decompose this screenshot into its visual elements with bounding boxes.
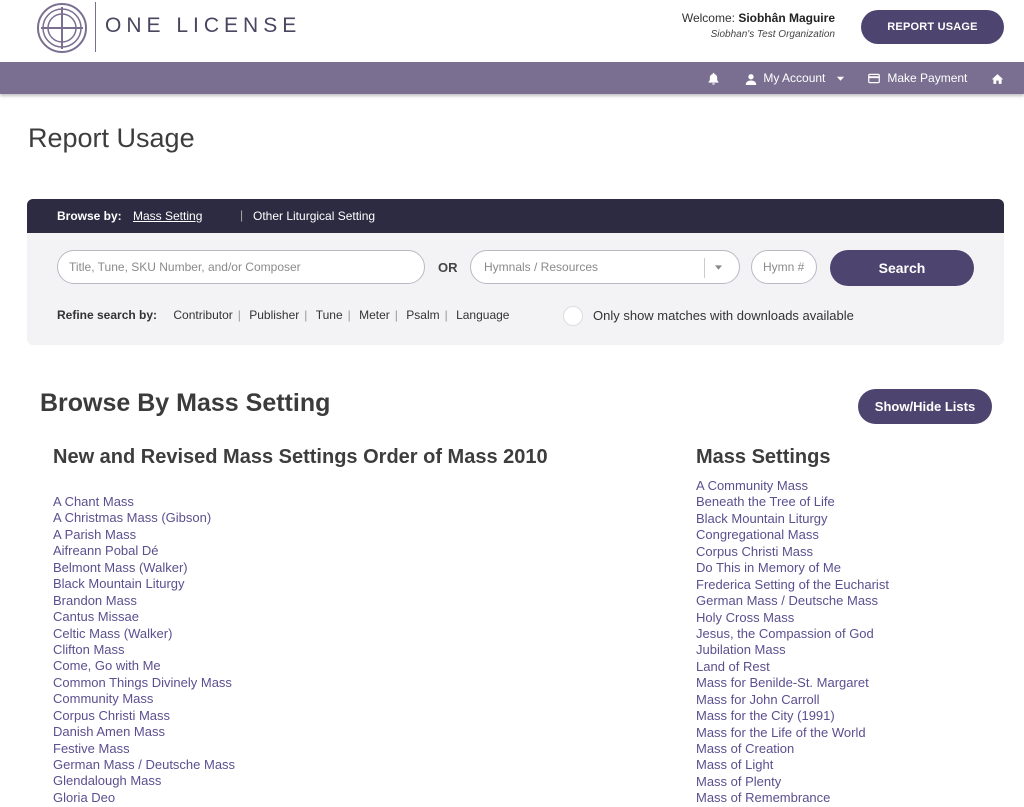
logo-icon[interactable] [36,2,88,54]
browse-tabs: Browse by: Mass Setting | Other Liturgic… [27,199,1004,233]
make-payment-link[interactable]: Make Payment [868,62,967,94]
user-name: Siobhân Maguire [738,11,835,25]
search-button[interactable]: Search [830,250,974,286]
separator: | [394,308,398,322]
list-item[interactable]: A Parish Mass [53,527,235,543]
browse-by-label: Browse by: [57,209,122,223]
list-item[interactable]: Jesus, the Compassion of God [696,626,889,642]
report-usage-button[interactable]: REPORT USAGE [861,10,1004,44]
list-item[interactable]: Gloria Deo [53,790,235,806]
separator: | [304,308,308,322]
credit-card-icon [868,74,880,84]
list-item[interactable]: Corpus Christi Mass [696,544,889,560]
list-item[interactable]: Cantus Missae [53,609,235,625]
home-icon [991,73,1004,84]
separator: | [237,308,241,322]
welcome-prefix: Welcome: [681,11,735,25]
mass-settings-list: A Community Mass Beneath the Tree of Life… [696,478,889,807]
list-item[interactable]: Mass for Benilde-St. Margaret [696,675,889,691]
select-divider [704,258,705,278]
list-item[interactable]: Black Mountain Liturgy [53,576,235,592]
search-input[interactable]: Title, Tune, SKU Number, and/or Composer [57,250,425,284]
list-item[interactable]: Aifreann Pobal Dé [53,543,235,559]
left-list-title: New and Revised Mass Settings Order of M… [53,446,548,468]
list-item[interactable]: German Mass / Deutsche Mass [53,757,235,773]
list-item[interactable]: Community Mass [53,691,235,707]
refine-language[interactable]: Language [456,308,509,322]
separator: | [347,308,351,322]
tab-other-liturgical-setting[interactable]: Other Liturgical Setting [253,209,375,223]
list-item[interactable]: Danish Amen Mass [53,724,235,740]
separator: | [444,308,448,322]
refine-tune[interactable]: Tune [316,308,343,322]
refine-meter[interactable]: Meter [359,308,390,322]
list-item[interactable]: A Community Mass [696,478,889,494]
my-account-label: My Account [763,71,826,85]
list-item[interactable]: German Mass / Deutsche Mass [696,593,889,609]
show-hide-lists-button[interactable]: Show/Hide Lists [858,389,992,424]
list-item[interactable]: Frederica Setting of the Eucharist [696,577,889,593]
list-item[interactable]: Corpus Christi Mass [53,708,235,724]
list-item[interactable]: Black Mountain Liturgy [696,511,889,527]
revised-mass-settings-list: A Chant Mass A Christmas Mass (Gibson) A P… [53,494,235,806]
list-item[interactable]: Mass for John Carroll [696,692,889,708]
downloads-checkbox-label[interactable]: Only show matches with downloads availab… [593,308,854,323]
logo-text[interactable]: ONE LICENSE [105,14,301,38]
list-item[interactable]: Congregational Mass [696,527,889,543]
list-item[interactable]: A Chant Mass [53,494,235,510]
tab-separator: | [240,208,244,222]
refine-label: Refine search by: [57,308,158,322]
list-item[interactable]: Festive Mass [53,741,235,757]
list-item[interactable]: Jubilation Mass [696,642,889,658]
list-item[interactable]: Common Things Divinely Mass [53,675,235,691]
list-item[interactable]: Mass of Light [696,757,889,773]
list-item[interactable]: Glendalough Mass [53,773,235,789]
list-item[interactable]: Mass for the City (1991) [696,708,889,724]
chevron-down-icon [836,77,844,82]
list-item[interactable]: Clifton Mass [53,642,235,658]
nav-bar: My Account Make Payment [0,62,1024,94]
list-item[interactable]: Mass of Plenty [696,774,889,790]
or-label: OR [438,260,458,275]
page-title: Report Usage [28,123,195,153]
list-item[interactable]: A Christmas Mass (Gibson) [53,510,235,526]
my-account-menu[interactable]: My Account [745,62,845,94]
hymnal-select-placeholder: Hymnals / Resources [484,260,599,274]
refine-search: Refine search by: Contributor | Publisher… [57,308,514,322]
hymn-number-input[interactable]: Hymn # [751,250,817,284]
bell-icon [708,73,719,86]
list-item[interactable]: Land of Rest [696,659,889,675]
refine-psalm[interactable]: Psalm [406,308,439,322]
make-payment-label: Make Payment [887,71,968,85]
list-item[interactable]: Belmont Mass (Walker) [53,560,235,576]
tab-mass-setting[interactable]: Mass Setting [133,209,202,223]
list-item[interactable]: Mass of Creation [696,741,889,757]
downloads-checkbox[interactable] [563,306,583,326]
refine-contributor[interactable]: Contributor [173,308,232,322]
list-item[interactable]: Mass for the Life of the World [696,725,889,741]
list-item[interactable]: Come, Go with Me [53,658,235,674]
list-item[interactable]: Do This in Memory of Me [696,560,889,576]
refine-publisher[interactable]: Publisher [249,308,299,322]
list-item[interactable]: Celtic Mass (Walker) [53,626,235,642]
organization-name: Siobhan's Test Organization [710,29,835,40]
logo-divider [95,2,96,52]
section-title: Browse By Mass Setting [40,389,331,417]
list-item[interactable]: Beneath the Tree of Life [696,494,889,510]
hymnal-select[interactable]: Hymnals / Resources [470,250,740,284]
welcome-block: Welcome: Siobhân Maguire Siobhan's Test … [682,11,835,40]
list-item[interactable]: Holy Cross Mass [696,610,889,626]
user-icon [745,73,757,85]
notifications-button[interactable] [707,62,720,94]
right-list-title: Mass Settings [696,446,831,468]
site-header: ONE LICENSE Welcome: Siobhân Maguire Sio… [0,0,1024,62]
home-button[interactable] [991,62,1004,94]
chevron-down-icon [715,265,722,270]
list-item[interactable]: Brandon Mass [53,593,235,609]
